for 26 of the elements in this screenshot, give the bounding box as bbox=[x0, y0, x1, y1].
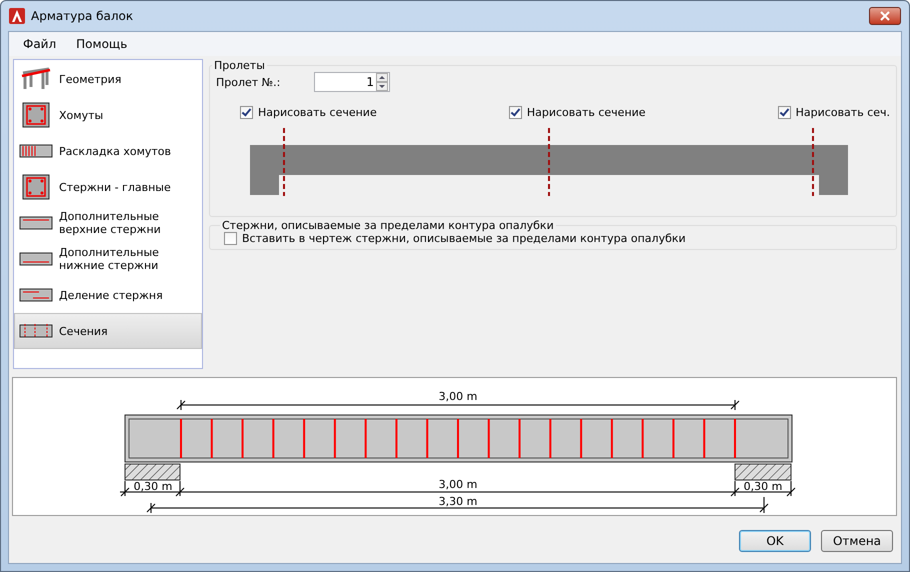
draw-section-checkbox[interactable]: Нарисовать сечение bbox=[508, 106, 646, 119]
sidebar-item[interactable]: Хомуты bbox=[14, 97, 202, 133]
insert-bars-checkbox[interactable]: Вставить в чертеж стержни, описываемые за пределами контура опалубки bbox=[224, 232, 890, 245]
window-title: Арматура балок bbox=[31, 9, 134, 23]
dimension-label: 3,00 m bbox=[438, 390, 478, 403]
group-title: Стержни, описываемые за пределами контура опалубки bbox=[221, 219, 555, 232]
dimension-label: 0,30 m bbox=[134, 480, 172, 493]
sidebar-item[interactable]: Дополнительные верхние стержни bbox=[14, 205, 202, 241]
ok-button[interactable]: OK bbox=[739, 530, 811, 552]
dimension-label: 3,00 m bbox=[438, 478, 478, 491]
sidebar-item[interactable]: Стержни - главные bbox=[14, 169, 202, 205]
span-spinner[interactable]: 1 bbox=[314, 72, 390, 92]
span-label: Пролет №.: bbox=[216, 76, 282, 88]
dimension-label: 0,30 m bbox=[744, 480, 782, 493]
sidebar-item[interactable]: Сечения bbox=[14, 313, 202, 349]
draw-section-checkbox[interactable]: Нарисовать сеч. bbox=[778, 106, 890, 119]
sidebar-item[interactable]: Раскладка хомутов bbox=[14, 133, 202, 169]
group-title: Пролеты bbox=[213, 59, 266, 72]
sidebar-item[interactable]: Дополнительные нижние стержни bbox=[14, 241, 202, 277]
sidebar-item[interactable]: Деление стержня bbox=[14, 277, 202, 313]
menu-item[interactable]: Помощь bbox=[66, 37, 138, 51]
dimension-label: 3,30 m bbox=[438, 495, 478, 508]
draw-section-checkbox[interactable]: Нарисовать сечение bbox=[240, 106, 377, 119]
menu-item[interactable]: Файл bbox=[13, 37, 66, 51]
cancel-button[interactable]: Отмена bbox=[821, 530, 893, 552]
sidebar-item[interactable]: Геометрия bbox=[14, 61, 202, 97]
